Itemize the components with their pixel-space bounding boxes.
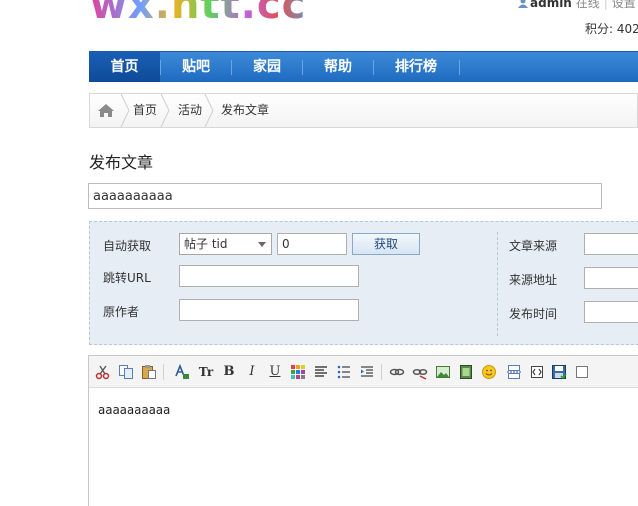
copy-icon[interactable] — [117, 363, 135, 381]
user-icon — [518, 0, 528, 8]
breadcrumb-item-current: 发布文章 — [221, 103, 270, 117]
user-bar: admin 在线 | 设置 — [518, 0, 636, 10]
home-icon — [98, 104, 114, 117]
publish-time-input[interactable] — [584, 301, 638, 323]
main-nav: 首页 贴吧 家园 帮助 排行榜 — [89, 51, 638, 82]
fetch-type-select[interactable]: 帖子 tid — [179, 233, 272, 255]
source-url-label: 来源地址 — [509, 273, 558, 287]
fullscreen-checkbox-icon[interactable] — [573, 363, 591, 381]
image-icon[interactable] — [434, 363, 452, 381]
panel-divider — [497, 232, 498, 336]
cut-icon[interactable] — [94, 363, 112, 381]
breadcrumb-item-activity[interactable]: 活动 — [178, 94, 202, 127]
username-link[interactable]: admin — [530, 0, 572, 10]
indent-icon[interactable] — [358, 363, 376, 381]
redirect-url-label: 跳转URL — [103, 271, 151, 285]
publish-time-label: 发布时间 — [509, 307, 558, 321]
breadcrumb: 首页 活动 发布文章 — [89, 93, 638, 128]
italic-icon[interactable]: I — [243, 363, 261, 381]
settings-link[interactable]: 设置 — [612, 0, 636, 10]
underline-icon[interactable]: U — [266, 363, 284, 381]
toolbar-separator — [381, 364, 382, 380]
font-size-icon[interactable]: Tr — [197, 363, 215, 381]
breadcrumb-arrow-icon — [204, 94, 214, 127]
smiley-icon[interactable] — [480, 363, 498, 381]
page-break-icon[interactable] — [505, 363, 523, 381]
logo-text: wx.htt.cc — [90, 0, 320, 20]
breadcrumb-home[interactable] — [90, 94, 122, 127]
article-options-panel: 自动获取 帖子 tid 获取 跳转URL 原作者 文章来源 来源地址 发布时间 — [89, 221, 638, 345]
bullet-list-icon[interactable] — [335, 363, 353, 381]
bold-icon[interactable]: B — [220, 363, 238, 381]
article-source-label: 文章来源 — [509, 239, 558, 253]
redirect-url-input[interactable] — [179, 265, 359, 287]
source-code-icon[interactable] — [528, 363, 546, 381]
original-author-label: 原作者 — [103, 305, 140, 319]
font-color-icon[interactable] — [173, 363, 191, 381]
nav-item-home-space[interactable]: 家园 — [232, 52, 302, 82]
nav-item-forum[interactable]: 贴吧 — [161, 52, 231, 82]
unlink-icon[interactable] — [411, 363, 429, 381]
paste-icon[interactable] — [140, 363, 158, 381]
online-status[interactable]: 在线 — [576, 0, 600, 10]
nav-item-home[interactable]: 首页 — [89, 52, 160, 82]
breadcrumb-arrow-icon — [160, 94, 170, 127]
nav-separator — [459, 60, 460, 75]
original-author-input[interactable] — [179, 299, 359, 321]
site-logo[interactable]: wx.htt.cc — [90, 0, 320, 20]
fetch-button[interactable]: 获取 — [352, 233, 420, 255]
align-icon[interactable] — [312, 363, 330, 381]
fetch-type-value: 帖子 tid — [184, 237, 228, 251]
source-url-input[interactable] — [584, 267, 638, 289]
nav-item-help[interactable]: 帮助 — [303, 52, 373, 82]
toolbar-separator — [163, 364, 164, 380]
save-draft-icon[interactable] — [550, 363, 568, 381]
page-title: 发布文章 — [89, 153, 154, 172]
editor-content[interactable]: aaaaaaaaaa — [98, 403, 170, 417]
points-display: 积分: 402 — [585, 22, 638, 36]
breadcrumb-item-home[interactable]: 首页 — [133, 94, 157, 127]
auto-fetch-label: 自动获取 — [103, 239, 152, 253]
breadcrumb-arrow-icon — [120, 94, 130, 127]
rich-text-editor: Tr B I U aaaaaaaaaa — [88, 355, 638, 506]
editor-toolbar: Tr B I U — [89, 356, 638, 388]
article-source-input[interactable] — [584, 233, 638, 255]
subject-input[interactable] — [88, 183, 602, 209]
nav-item-ranking[interactable]: 排行榜 — [374, 52, 458, 82]
media-icon[interactable] — [457, 363, 475, 381]
fetch-id-input[interactable] — [277, 233, 347, 255]
background-color-icon[interactable] — [289, 363, 307, 381]
divider: | — [603, 0, 608, 10]
link-icon[interactable] — [388, 363, 406, 381]
chevron-down-icon — [258, 242, 266, 247]
